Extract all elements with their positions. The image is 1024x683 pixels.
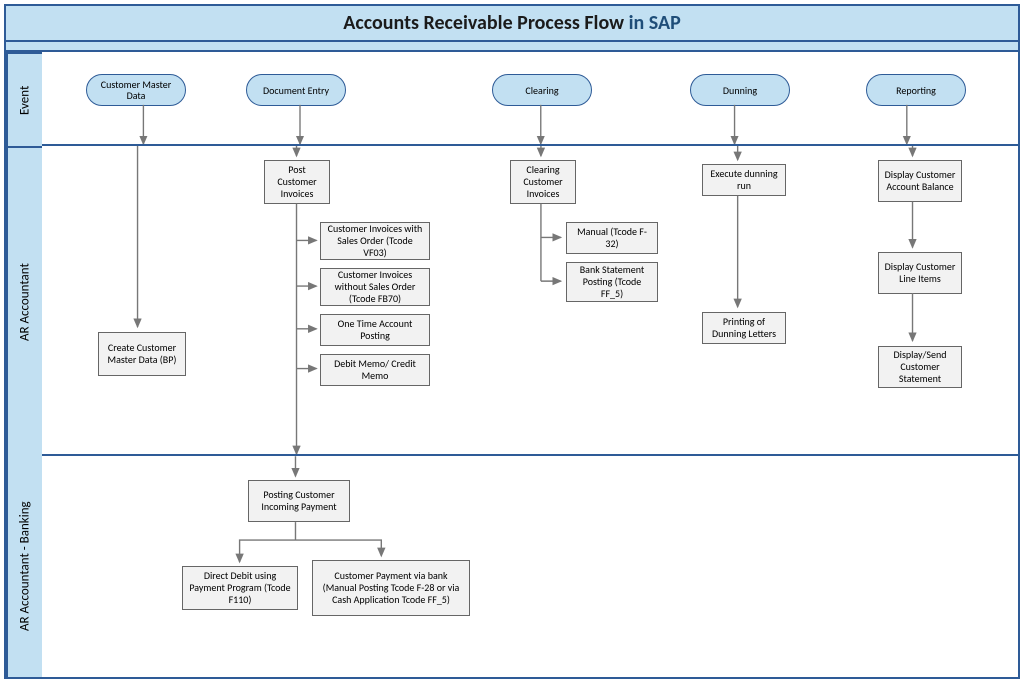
box-customer-payment-bank: Customer Payment via bank (Manual Postin… xyxy=(312,560,470,616)
box-printing-dunning: Printing of Dunning Letters xyxy=(702,312,786,344)
box-display-lineitems: Display Customer Line Items xyxy=(878,252,962,294)
swimlanes: Event Customer Master Data Document Entr… xyxy=(6,52,1018,675)
lane-label-event: Event xyxy=(6,52,42,146)
box-display-balance: Display Customer Account Balance xyxy=(878,160,962,202)
diagram-frame: Accounts Receivable Process Flow in SAP … xyxy=(4,4,1020,679)
lane-label-ar-banking: AR Accountant - Banking xyxy=(6,456,42,677)
box-inv-with-so: Customer Invoices with Sales Order (Tcod… xyxy=(320,222,430,260)
title-prefix: Accounts Receivable Process Flow xyxy=(343,11,628,35)
box-execute-dunning: Execute dunning run xyxy=(702,164,786,196)
box-clearing-manual: Manual (Tcode F-32) xyxy=(566,222,658,254)
box-one-time: One Time Account Posting xyxy=(320,314,430,346)
lane-ar-accountant: Create Customer Master Data (BP) Post Cu… xyxy=(42,146,1018,456)
lane-event: Customer Master Data Document Entry Clea… xyxy=(42,52,1018,146)
event-dunning: Dunning xyxy=(690,74,790,106)
box-debit-credit-memo: Debit Memo/ Credit Memo xyxy=(320,354,430,386)
box-post-invoices: Post Customer Invoices xyxy=(264,160,330,204)
event-customer-master-data: Customer Master Data xyxy=(86,74,186,106)
box-direct-debit: Direct Debit using Payment Program (Tcod… xyxy=(182,566,298,610)
box-inv-without-so: Customer Invoices without Sales Order (T… xyxy=(320,268,430,306)
box-display-statement: Display/Send Customer Statement xyxy=(878,346,962,388)
event-reporting: Reporting xyxy=(866,74,966,106)
box-clearing-invoices: Clearing Customer Invoices xyxy=(510,160,576,204)
event-document-entry: Document Entry xyxy=(246,74,346,106)
title-suffix: in SAP xyxy=(629,11,681,35)
lane-ar-banking: Posting Customer Incoming Payment Direct… xyxy=(42,456,1018,677)
diagram-title: Accounts Receivable Process Flow in SAP xyxy=(6,6,1018,42)
title-spacer xyxy=(6,42,1018,52)
box-posting-incoming-payment: Posting Customer Incoming Payment xyxy=(248,480,350,522)
box-create-bp: Create Customer Master Data (BP) xyxy=(98,332,186,376)
box-clearing-bank: Bank Statement Posting (Tcode FF_5) xyxy=(566,262,658,302)
event-clearing: Clearing xyxy=(492,74,592,106)
lane-label-ar-accountant: AR Accountant xyxy=(6,146,42,456)
